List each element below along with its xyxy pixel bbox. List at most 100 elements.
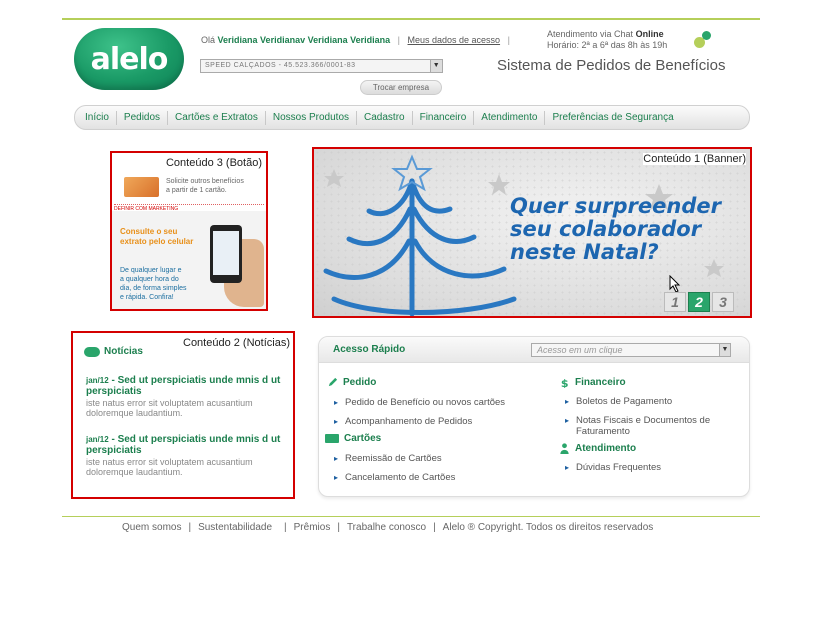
chat-status: Online: [635, 29, 664, 39]
link-duvidas-frequentes[interactable]: Dúvidas Frequentes: [565, 462, 661, 473]
text-line: a qualquer hora do: [120, 276, 179, 283]
chat-hours: Horário: 2ª a 6ª das 8h às 19h: [547, 40, 668, 50]
person-icon: [560, 443, 569, 454]
footer-link-sustentabilidade[interactable]: Sustentabilidade: [198, 522, 272, 533]
banner-pagination: 1 2 3: [664, 292, 734, 312]
alelo-logo[interactable]: alelo: [74, 28, 184, 90]
category-label: Cartões: [344, 433, 382, 444]
nav-item-cartoes-extratos[interactable]: Cartões e Extratos: [168, 110, 266, 125]
promo-text[interactable]: Solicite outros benefícios a partir de 1…: [166, 177, 244, 195]
quick-access-panel: Acesso Rápido Acesso em um clique ▼ Pedi…: [318, 336, 750, 497]
separator: |: [397, 35, 400, 45]
text-line: dia, de forma simples: [120, 285, 187, 292]
banner-page-3[interactable]: 3: [712, 292, 734, 312]
category-cartoes[interactable]: Cartões: [325, 433, 381, 444]
footer-divider: [62, 516, 760, 517]
dollar-icon: $: [561, 377, 569, 388]
content1-banner[interactable]: Quer surpreender seu colaborador neste N…: [312, 147, 752, 318]
news-title: Notícias: [104, 346, 143, 357]
title-line: Consulte o seu: [120, 227, 178, 236]
mobile-promo-title[interactable]: Consulte o seu extrato pelo celular: [120, 227, 193, 247]
nav-item-inicio[interactable]: Início: [75, 110, 117, 125]
nav-item-financeiro[interactable]: Financeiro: [413, 110, 475, 125]
headline-line: seu colaborador: [510, 217, 702, 241]
dropdown-arrow-icon[interactable]: ▼: [719, 344, 730, 356]
content3-panel[interactable]: Solicite outros benefícios a partir de 1…: [110, 151, 268, 311]
banner-page-2[interactable]: 2: [688, 292, 710, 312]
content1-label: Conteúdo 1 (Banner): [643, 153, 746, 165]
nav-item-pedidos[interactable]: Pedidos: [117, 110, 169, 125]
footer-link-quem-somos[interactable]: Quem somos: [122, 522, 181, 533]
category-label: Atendimento: [575, 443, 637, 454]
greeting-prefix: Olá: [201, 35, 216, 45]
mouse-cursor-icon: [669, 275, 681, 293]
link-pedido-beneficio[interactable]: Pedido de Benefício ou novos cartões: [334, 397, 505, 408]
promo-line: Solicite outros benefícios: [166, 178, 244, 185]
link-boletos-pagamento[interactable]: Boletos de Pagamento: [565, 396, 672, 407]
category-label: Pedido: [343, 377, 377, 388]
quick-access-title: Acesso Rápido: [333, 344, 406, 355]
news-item[interactable]: jan/12 - Sed ut perspiciatis unde mnis d…: [86, 375, 286, 418]
mobile-promo-text: De qualquer lugar e a qualquer hora do d…: [120, 266, 187, 302]
nav-item-preferencias-seguranca[interactable]: Preferências de Segurança: [545, 111, 680, 125]
chat-support-info[interactable]: Atendimento via Chat Online Horário: 2ª …: [547, 29, 667, 51]
speech-bubble-icon: [84, 346, 100, 357]
top-divider: [62, 18, 760, 20]
user-name: Veridiana Veridianav Veridiana Veridiana: [217, 35, 391, 45]
smartphone-icon: [210, 225, 242, 283]
separator: |: [507, 35, 510, 45]
news-description: iste natus error sit voluptatem acusanti…: [86, 398, 253, 418]
promo-line: a partir de 1 cartão.: [166, 187, 227, 194]
svg-text:$: $: [561, 377, 569, 388]
footer-link-premios[interactable]: Prêmios: [294, 522, 331, 533]
link-acompanhamento-pedidos[interactable]: Acompanhamento de Pedidos: [334, 416, 472, 427]
news-date: jan/12: [86, 376, 109, 385]
news-date: jan/12: [86, 435, 109, 444]
pencil-icon: [328, 377, 338, 387]
content3-label: Conteúdo 3 (Botão): [165, 157, 262, 169]
company-select[interactable]: SPEED CALÇADOS - 45.523.366/0001-83 ▼: [200, 59, 443, 73]
main-nav: Início Pedidos Cartões e Extratos Nossos…: [74, 105, 750, 130]
banner-page-1[interactable]: 1: [664, 292, 686, 312]
quick-access-header: Acesso Rápido Acesso em um clique ▼: [319, 337, 749, 363]
news-description: iste natus error sit voluptatem acusanti…: [86, 457, 253, 477]
link-reemissao-cartoes[interactable]: Reemissão de Cartões: [334, 453, 442, 464]
category-pedido[interactable]: Pedido: [327, 377, 376, 388]
category-financeiro[interactable]: $ Financeiro: [559, 377, 626, 388]
news-headline[interactable]: Sed ut perspiciatis unde mnis d ut persp…: [86, 434, 280, 456]
news-headline[interactable]: Sed ut perspiciatis unde mnis d ut persp…: [86, 375, 280, 397]
footer-link-trabalhe-conosco[interactable]: Trabalhe conosco: [347, 522, 426, 533]
company-select-value: SPEED CALÇADOS - 45.523.366/0001-83: [205, 62, 356, 69]
news-header: Notícias: [84, 346, 143, 357]
link-cancelamento-cartoes[interactable]: Cancelamento de Cartões: [334, 472, 455, 483]
chat-icon[interactable]: [694, 31, 712, 49]
card-icon: [325, 434, 339, 443]
news-item[interactable]: jan/12 - Sed ut perspiciatis unde mnis d…: [86, 434, 286, 477]
banner-headline: Quer surpreender seu colaborador neste N…: [510, 195, 721, 264]
headline-line: neste Natal?: [510, 240, 659, 264]
nav-item-atendimento[interactable]: Atendimento: [474, 110, 546, 125]
footer-links: Quem somos | Sustentabilidade | Prêmios | Trab…: [122, 522, 654, 533]
credit-card-icon: [124, 177, 159, 197]
title-line: extrato pelo celular: [120, 237, 194, 246]
dropdown-arrow-icon[interactable]: ▼: [430, 60, 442, 72]
chat-label: Atendimento via Chat: [547, 29, 634, 39]
category-label: Financeiro: [575, 377, 626, 388]
text-line: De qualquer lugar e: [120, 267, 182, 274]
my-data-link[interactable]: Meus dados de acesso: [408, 35, 501, 45]
content2-news-panel: Notícias Conteúdo 2 (Notícias) jan/12 - …: [71, 331, 295, 499]
logo-text: alelo: [90, 42, 169, 77]
change-company-button[interactable]: Trocar empresa: [360, 80, 442, 95]
footer-copyright: Alelo ® Copyright. Todos os direitos res…: [442, 522, 654, 533]
quick-access-select[interactable]: Acesso em um clique ▼: [531, 343, 731, 357]
headline-line: Quer surpreender: [510, 194, 721, 218]
quick-access-placeholder: Acesso em um clique: [537, 345, 623, 355]
content2-label: Conteúdo 2 (Notícias): [183, 337, 290, 349]
user-greeting: Olá Veridiana Veridianav Veridiana Verid…: [201, 35, 515, 45]
nav-item-cadastro[interactable]: Cadastro: [357, 110, 413, 125]
text-line: e rápida. Confira!: [120, 294, 174, 301]
category-atendimento[interactable]: Atendimento: [559, 443, 636, 454]
system-title: Sistema de Pedidos de Benefícios: [497, 57, 726, 74]
link-notas-fiscais[interactable]: Notas Fiscais e Documentos de Faturament…: [565, 415, 736, 437]
nav-item-nossos-produtos[interactable]: Nossos Produtos: [266, 110, 358, 125]
